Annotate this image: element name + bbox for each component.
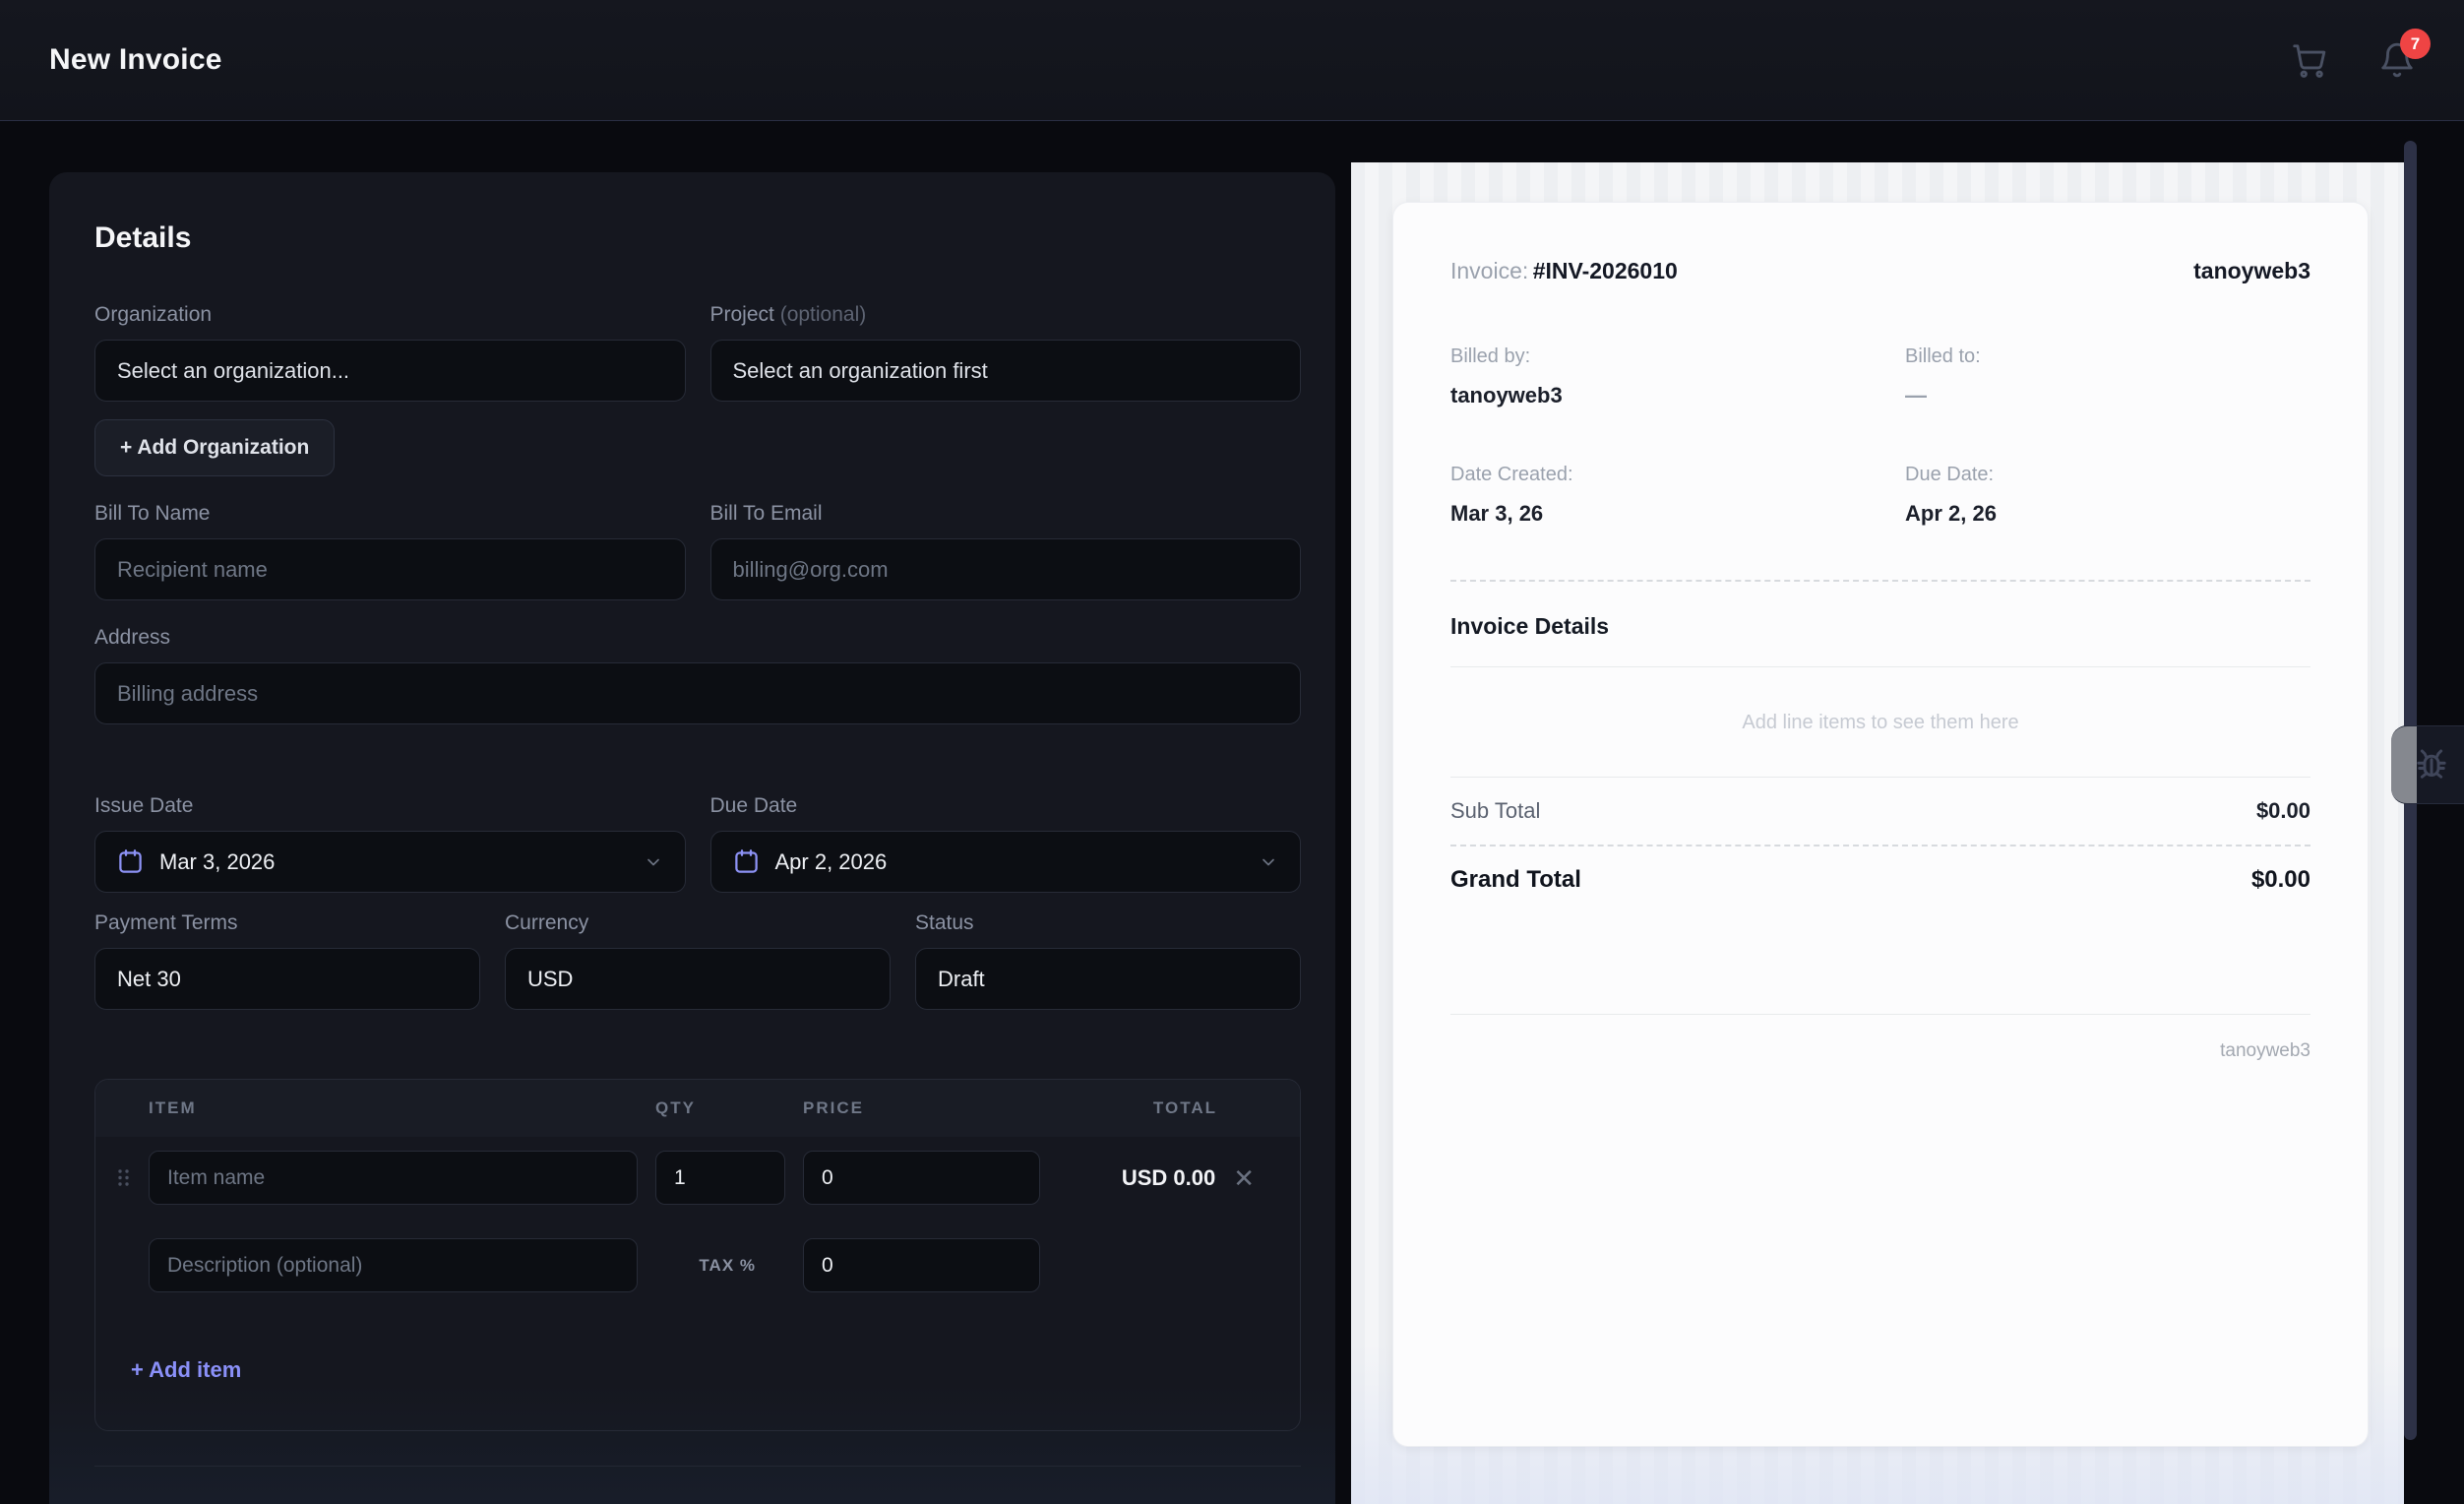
cart-button[interactable] (2289, 40, 2328, 80)
form-divider (94, 1466, 1301, 1467)
details-title: Details (94, 221, 192, 254)
col-total: TOTAL (1152, 1098, 1217, 1117)
notification-badge: 7 (2400, 29, 2431, 59)
item-description-input[interactable] (149, 1238, 638, 1292)
invoice-details-title: Invoice Details (1450, 613, 1610, 639)
bill-to-name-field: Bill To Name (94, 503, 686, 600)
dashed-divider (1450, 580, 2310, 582)
col-price: PRICE (803, 1098, 864, 1117)
invoice-preview-panel: Invoice: #INV-2026010 tanoyweb3 Billed b… (1351, 162, 2404, 1504)
bill-to-email-label: Bill To Email (709, 502, 823, 525)
payment-terms-input[interactable] (94, 948, 480, 1010)
invoice-number: #INV-2026010 (1532, 258, 1678, 283)
currency-label: Currency (505, 911, 589, 934)
bill-to-name-label: Bill To Name (94, 502, 211, 525)
item-price-input[interactable] (803, 1151, 1040, 1205)
billed-by: Billed by: tanoyweb3 (1450, 345, 1563, 407)
address-input[interactable] (94, 662, 1301, 724)
bill-to-email-input[interactable] (709, 538, 1301, 600)
preview-due-date: Due Date: Apr 2, 26 (1905, 464, 1997, 526)
grand-total-row: Grand Total $0.00 (1450, 866, 2310, 893)
issue-date-field: Issue Date Mar 3, 2026 (94, 795, 686, 893)
add-item-row: + Add item (95, 1316, 1300, 1430)
project-label: Project (optional) (709, 303, 867, 326)
drag-dots-icon (117, 1169, 129, 1186)
col-qty: QTY (655, 1098, 696, 1117)
chevron-down-icon (647, 858, 659, 865)
footer-divider (1450, 1014, 2310, 1015)
issue-date-select[interactable]: Mar 3, 2026 (94, 831, 686, 893)
due-date-field: Due Date Apr 2, 2026 (709, 794, 1301, 893)
organization-label: Organization (94, 303, 213, 326)
tax-percent-label: TAX % (699, 1255, 756, 1275)
invoice-form-card: Details Organization Select an organizat… (49, 172, 1335, 1504)
calendar-icon (734, 849, 758, 873)
status-label: Status (915, 911, 974, 934)
bug-icon (2417, 749, 2446, 779)
item-name-input[interactable] (149, 1151, 638, 1205)
project-select[interactable]: Select an organization first (709, 340, 1301, 402)
organization-select[interactable]: Select an organization... (94, 340, 686, 402)
status-field: Status (915, 912, 1301, 1010)
bill-to-name-input[interactable] (94, 538, 686, 600)
billed-to: Billed to: — (1905, 345, 1981, 407)
line-items-table: ITEM QTY PRICE TOTAL Item name 1 0 USD 0… (94, 1079, 1301, 1431)
app-header: New Invoice 7 (0, 0, 2464, 121)
currency-field: Currency (505, 912, 891, 1010)
cart-icon (2293, 44, 2326, 78)
add-organization-button[interactable]: + Add Organization (94, 419, 336, 476)
payment-terms-label: Payment Terms (94, 911, 238, 934)
address-label: Address (94, 626, 171, 649)
invoice-number-line: Invoice: #INV-2026010 (1450, 258, 1678, 283)
calendar-icon (119, 849, 142, 873)
item-qty-input[interactable] (655, 1151, 785, 1205)
chevron-down-icon (1263, 858, 1274, 865)
remove-item-icon[interactable]: ✕ (1233, 1165, 1255, 1191)
date-created: Date Created: Mar 3, 26 (1450, 464, 1573, 526)
due-date-label: Due Date (709, 794, 798, 817)
col-item: ITEM (149, 1098, 197, 1117)
account-name: tanoyweb3 (2193, 258, 2310, 283)
item-tax-input[interactable] (803, 1238, 1040, 1292)
issue-date-label: Issue Date (94, 794, 194, 817)
address-field: Address (94, 627, 1301, 724)
new-invoice-page: New Invoice 7 Details Organization Selec… (0, 0, 2464, 1504)
status-input[interactable] (915, 948, 1301, 1010)
empty-line-items-message: Add line items to see them here (1742, 712, 2019, 733)
add-item-button[interactable]: + Add item (131, 1357, 241, 1383)
header-icons: 7 (2289, 29, 2431, 80)
preview-footer-name: tanoyweb3 (2220, 1040, 2310, 1061)
invoice-preview-card: Invoice: #INV-2026010 tanoyweb3 Billed b… (1392, 202, 2369, 1447)
project-field: Project (optional) Select an organizatio… (709, 303, 1301, 402)
notifications-button[interactable]: 7 (2377, 29, 2431, 80)
payment-terms-field: Payment Terms (94, 912, 480, 1010)
line-total: USD 0.00 (1121, 1164, 1216, 1190)
organization-field: Organization Select an organization... (94, 304, 686, 402)
page-title: New Invoice (49, 43, 222, 76)
currency-input[interactable] (505, 948, 891, 1010)
due-date-select[interactable]: Apr 2, 2026 (709, 831, 1301, 893)
line-item-row: USD 0.00 ✕ TAX % (95, 1137, 1300, 1316)
sub-total-row: Sub Total $0.00 (1450, 798, 2310, 823)
debug-tab[interactable] (2391, 725, 2464, 804)
drag-handle[interactable] (115, 1167, 131, 1188)
bill-to-email-field: Bill To Email (709, 502, 1301, 600)
line-items-header: ITEM QTY PRICE TOTAL (95, 1080, 1300, 1137)
